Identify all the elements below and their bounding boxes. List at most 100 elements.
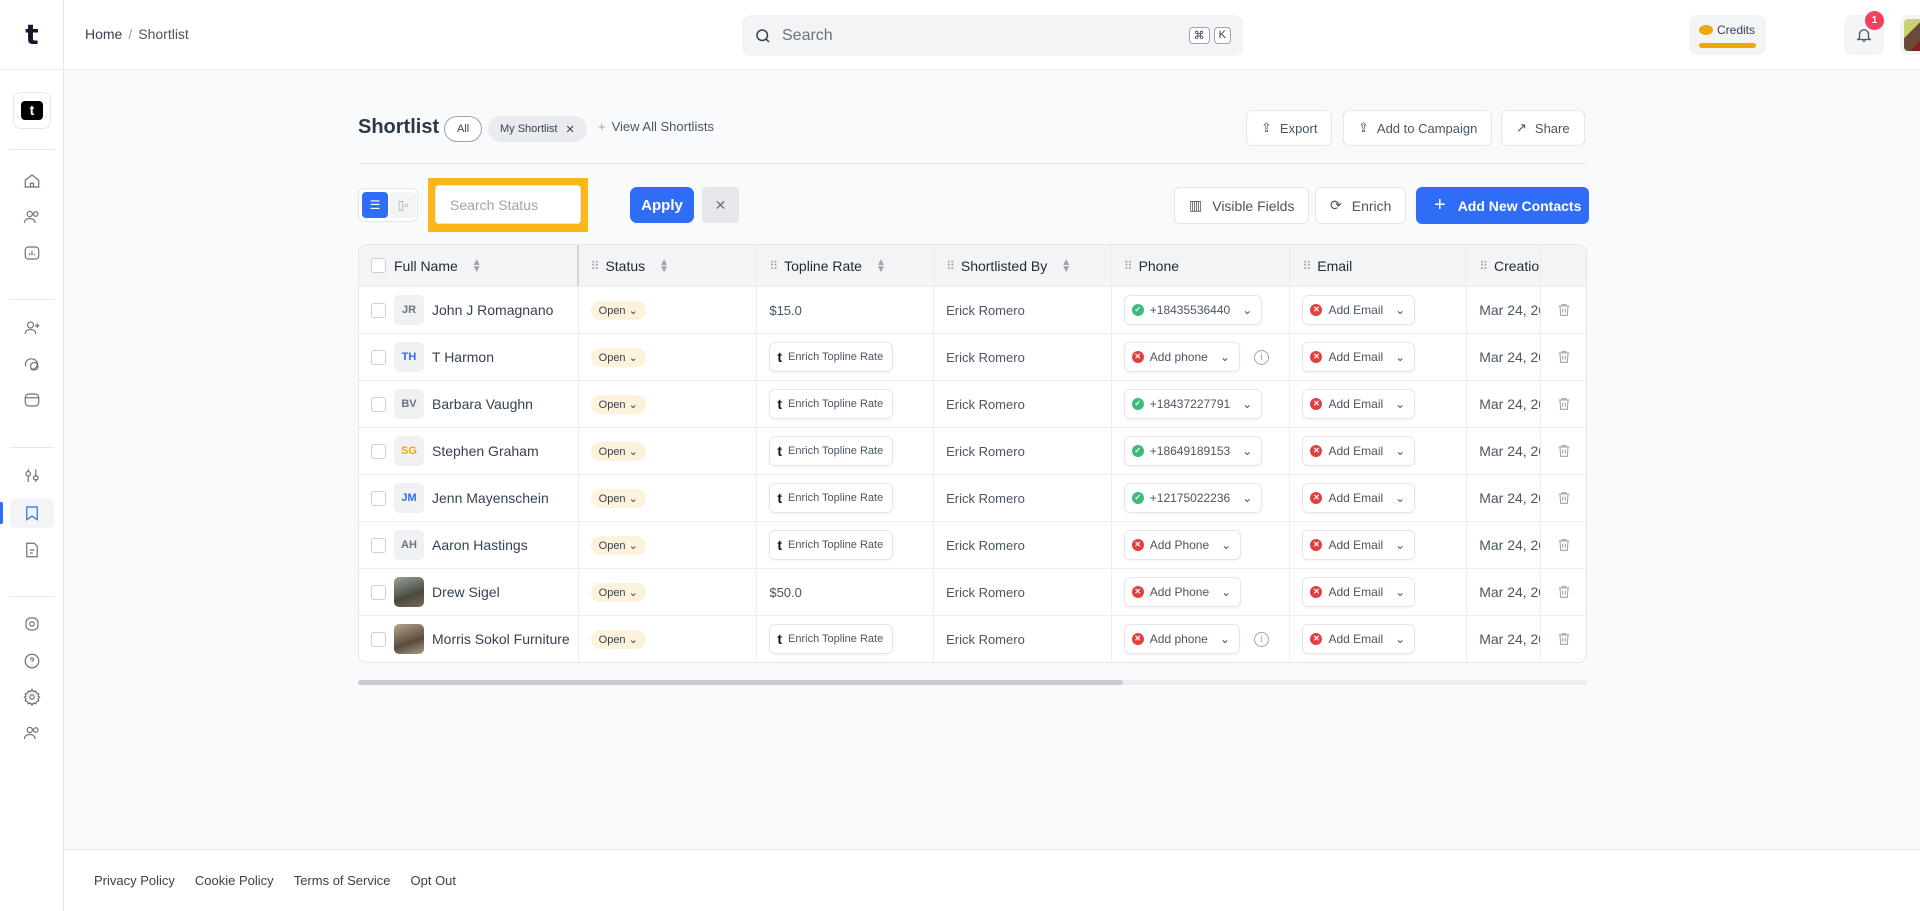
view-all-shortlists[interactable]: + View All Shortlists [598,119,714,134]
info-icon[interactable]: i [1253,349,1269,365]
email-dropdown[interactable]: ✕ Add Email ⌄ [1302,342,1416,372]
settings-icon[interactable] [10,682,54,712]
email-dropdown[interactable]: ✕ Add Email ⌄ [1302,295,1416,325]
trash-icon[interactable] [1556,302,1572,318]
sliders-icon[interactable] [10,461,54,491]
row-checkbox[interactable] [371,396,386,412]
home-icon[interactable] [10,166,54,196]
board-view-icon[interactable]: ▯▫ [390,192,416,218]
email-dropdown[interactable]: ✕ Add Email ⌄ [1302,624,1416,654]
brand-logo[interactable]: t [0,18,64,51]
enrich-topline-button[interactable]: t Enrich Topline Rate [769,530,894,560]
status-dropdown[interactable]: Open ⌄ [590,300,646,320]
contact-name[interactable]: Aaron Hastings [432,537,528,553]
optout-link[interactable]: Opt Out [411,873,457,888]
row-checkbox[interactable] [371,584,386,600]
drag-handle-icon[interactable]: ⠿ [1479,259,1488,273]
contact-name[interactable]: Drew Sigel [432,584,500,600]
enrich-topline-button[interactable]: t Enrich Topline Rate [769,483,894,513]
contact-name[interactable]: Barbara Vaughn [432,396,533,412]
visible-fields-button[interactable]: ▥ Visible Fields [1174,187,1310,224]
export-button[interactable]: ⇪ Export [1246,110,1333,146]
email-dropdown[interactable]: ✕ Add Email ⌄ [1302,530,1416,560]
status-dropdown[interactable]: Open ⌄ [590,629,646,649]
phone-dropdown[interactable]: ✕ Add Phone ⌄ [1123,577,1242,607]
status-dropdown[interactable]: Open ⌄ [590,488,646,508]
column-header[interactable]: Full Name [394,258,458,274]
notifications-button[interactable]: 1 [1844,11,1884,55]
sort-icon[interactable]: ▲ ▼ [472,257,482,274]
global-search[interactable]: Search ⌘ K [742,15,1243,56]
status-dropdown[interactable]: Open ⌄ [590,582,646,602]
table-row[interactable]: Morris Sokol Furniture Open ⌄ t Enrich To… [359,615,1586,662]
column-header[interactable]: Topline Rate [784,258,862,274]
status-dropdown[interactable]: Open ⌄ [590,535,646,555]
calendar-icon[interactable] [10,385,54,415]
info-icon[interactable]: i [1253,631,1269,647]
phone-dropdown[interactable]: ✓ +18437227791 ⌄ [1123,389,1263,419]
drag-handle-icon[interactable]: ⠿ [1302,259,1311,273]
column-header[interactable]: Creation [1494,258,1540,274]
trash-icon[interactable] [1556,537,1572,553]
email-dropdown[interactable]: ✕ Add Email ⌄ [1302,577,1416,607]
chat-icon[interactable] [10,349,54,379]
select-all-checkbox[interactable] [371,258,386,273]
table-row[interactable]: BV Barbara Vaughn Open ⌄ t Enrich Topline … [359,380,1586,427]
user-menu[interactable]: ⌄ [1900,15,1920,55]
drag-handle-icon[interactable]: ⠿ [1124,259,1133,273]
trash-icon[interactable] [1556,396,1572,412]
email-dropdown[interactable]: ✕ Add Email ⌄ [1302,483,1416,513]
filter-my-shortlist[interactable]: My Shortlist ✕ [488,116,587,142]
drag-handle-icon[interactable]: ⠿ [769,259,778,273]
column-header[interactable]: Phone [1139,258,1179,274]
sort-icon[interactable]: ▲ ▼ [876,257,886,274]
sort-icon[interactable]: ▲ ▼ [659,257,669,274]
horizontal-scrollbar[interactable] [358,680,1587,685]
table-row[interactable]: JM Jenn Mayenschein Open ⌄ t Enrich Toplin… [359,474,1586,521]
phone-dropdown[interactable]: ✓ +18435536440 ⌄ [1123,295,1263,325]
table-row[interactable]: JR John J Romagnano Open ⌄ $15.0 Erick Ro… [359,286,1586,333]
team-icon[interactable] [10,718,54,748]
row-checkbox[interactable] [371,631,386,647]
contact-name[interactable]: T Harmon [432,349,494,365]
status-dropdown[interactable]: Open ⌄ [590,394,646,414]
trash-icon[interactable] [1556,490,1572,506]
terms-link[interactable]: Terms of Service [294,873,391,888]
column-header[interactable]: Status [605,258,645,274]
breadcrumb-home[interactable]: Home [85,26,122,42]
clear-filter-button[interactable]: ✕ [702,187,739,223]
row-checkbox[interactable] [371,349,386,365]
phone-dropdown[interactable]: ✓ +12175022236 ⌄ [1123,483,1263,513]
enrich-topline-button[interactable]: t Enrich Topline Rate [769,436,894,466]
add-to-campaign-button[interactable]: ⇪ Add to Campaign [1343,110,1493,146]
analytics-icon[interactable] [10,238,54,268]
workspace-button[interactable]: t [13,92,51,129]
sort-icon[interactable]: ▲ ▼ [1061,257,1071,274]
integrations-icon[interactable] [10,609,54,639]
document-icon[interactable] [10,535,54,565]
close-icon[interactable]: ✕ [565,123,574,136]
users-icon[interactable] [10,202,54,232]
table-row[interactable]: TH T Harmon Open ⌄ t Enrich Topline Rate E… [359,333,1586,380]
credits-button[interactable]: Credits [1689,15,1766,55]
enrich-button[interactable]: ⟳ Enrich [1315,187,1407,224]
add-user-icon[interactable] [10,313,54,343]
filter-all[interactable]: All [444,116,483,142]
contact-name[interactable]: John J Romagnano [432,302,553,318]
enrich-topline-button[interactable]: t Enrich Topline Rate [769,342,894,372]
phone-dropdown[interactable]: ✓ +18649189153 ⌄ [1123,436,1263,466]
trash-icon[interactable] [1556,349,1572,365]
trash-icon[interactable] [1556,584,1572,600]
enrich-topline-button[interactable]: t Enrich Topline Rate [769,624,894,654]
phone-dropdown[interactable]: ✕ Add phone ⌄ [1123,624,1240,654]
share-button[interactable]: ↗ Share [1501,110,1585,146]
contact-name[interactable]: Jenn Mayenschein [432,490,549,506]
status-search-input[interactable] [435,185,581,224]
privacy-link[interactable]: Privacy Policy [94,873,175,888]
row-checkbox[interactable] [371,537,386,553]
drag-handle-icon[interactable]: ⠿ [946,259,955,273]
contact-name[interactable]: Morris Sokol Furniture [432,631,570,647]
phone-dropdown[interactable]: ✕ Add Phone ⌄ [1123,530,1242,560]
row-checkbox[interactable] [371,443,386,459]
table-row[interactable]: AH Aaron Hastings Open ⌄ t Enrich Topline … [359,521,1586,568]
